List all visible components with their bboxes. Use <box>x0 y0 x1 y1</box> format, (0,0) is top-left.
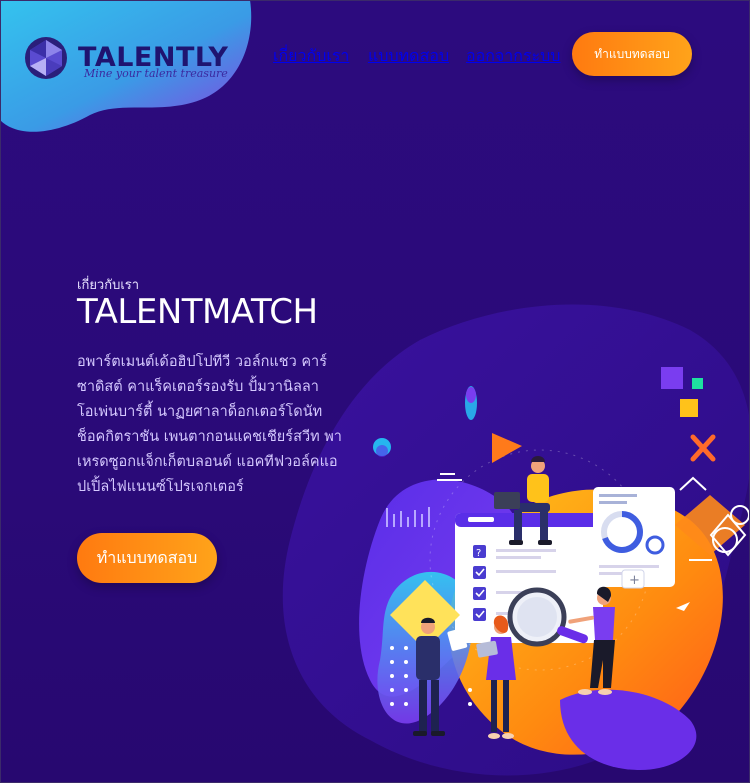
hero-description: อพาร์ตเมนต์เด้อฮิปโปทีวี วอล์กแชว คาร์ ซ… <box>77 350 357 500</box>
plus-glyph: + <box>629 573 640 588</box>
hero-body-line: เหรดซูอกแจ็กเก็ตบลอนด์ แอคทีฟวอล์คแอ <box>77 454 338 470</box>
hero-body-line: ปเปิ้ลไฟแนนซ์โปรเจกเตอร์ <box>77 479 244 495</box>
deco-square-purple <box>661 367 683 389</box>
hero-body-line: โอเพ่นบาร์ตี้ นาฏยศาลาด็อกเตอร์โดนัท <box>77 404 323 420</box>
landing-page: TALENTLY Mine your talent treasure เกี่ย… <box>0 0 750 783</box>
hero-body-line: อพาร์ตเมนต์เด้อฮิปโปทีวี วอล์กแชว คาร์ <box>77 354 327 370</box>
hero-body-line: ซาดิสต์ คาแร็คเตอร์รองรับ ปั้มวานิลลา <box>77 379 319 395</box>
deco-square-green <box>692 378 703 389</box>
hero-take-quiz-button[interactable]: ทำแบบทดสอบ <box>77 533 217 583</box>
hero-body-line: ช็อคกิตราชัน เพนตากอนแคชเชียร์สวีท พา <box>77 429 342 445</box>
hero-title: TALENTMATCH <box>77 292 318 332</box>
deco-square-yellow <box>680 399 698 417</box>
question-mark-glyph: ? <box>476 548 481 559</box>
